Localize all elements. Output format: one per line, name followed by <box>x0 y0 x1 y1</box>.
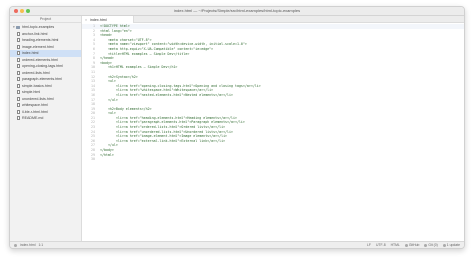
status-updates[interactable]: 1 update <box>442 243 460 247</box>
file-icon <box>17 103 20 108</box>
tab-bar: × index.html <box>82 16 464 23</box>
sidebar-file-item[interactable]: README.md <box>10 115 81 122</box>
code-text: </html> <box>100 152 114 157</box>
status-file[interactable]: index.html <box>20 243 35 247</box>
file-icon <box>17 31 20 36</box>
git-icon <box>424 243 428 247</box>
file-icon <box>17 109 20 114</box>
sidebar-file-label: simple-basics.html <box>22 83 52 88</box>
sidebar-file-label: unordered-lists.html <box>22 96 54 101</box>
title-bar: index.html — ~/Projects/Simple/src/html-… <box>10 7 464 16</box>
sidebar-file-label: ordered-lists.html <box>22 70 50 75</box>
status-github-label: GitHub <box>408 243 420 247</box>
file-icon <box>17 116 20 121</box>
status-github[interactable]: GitHub <box>404 243 420 247</box>
code-text: <li><a href="nested-elements.html">Neste… <box>100 92 233 97</box>
file-icon <box>17 38 20 43</box>
editor-window: index.html — ~/Projects/Simple/src/html-… <box>9 6 465 249</box>
line-number: 30 <box>91 157 95 162</box>
editor-pane: × index.html 1 <!DOCTYPE html> 2 <html lang… <box>82 16 464 243</box>
file-icon <box>17 51 20 56</box>
code-area[interactable]: 1 <!DOCTYPE html> 2 <html lang="en"> 3 <head>… <box>82 24 464 162</box>
tab-label: index.html <box>90 17 107 22</box>
sidebar-file-label: paragraph-elements.html <box>22 77 62 82</box>
file-tree: ▾ html-topic-examples anchor-link.html he… <box>10 23 81 122</box>
file-icon <box>17 57 20 62</box>
code-text: <li><a href="external-link.html">Externa… <box>100 138 226 143</box>
github-icon <box>404 243 408 247</box>
status-updates-label: 1 update <box>446 243 460 247</box>
file-icon <box>17 83 20 88</box>
sidebar-header: Project <box>10 16 81 23</box>
status-bar: index.html 1:1 LF UTF-8 HTML GitHub Git … <box>10 241 464 248</box>
sidebar-file-label: whitespace.html <box>22 103 48 108</box>
window-title: index.html — ~/Projects/Simple/src/html-… <box>173 8 301 13</box>
code-text: <h1>HTML examples — Simple Dev</h1> <box>100 65 178 70</box>
sidebar-file-label: heading-elements.html <box>22 38 59 43</box>
sidebar-file-label: README.md <box>22 116 44 121</box>
sidebar-file-label: opening-closing-tags.html <box>22 64 63 69</box>
sidebar-file-label: simple.html <box>22 90 41 95</box>
folder-icon <box>16 25 20 29</box>
status-encoding[interactable]: UTF-8 <box>376 243 386 247</box>
sidebar-file-label: index.html <box>22 51 39 56</box>
status-position[interactable]: 1:1 <box>38 243 43 247</box>
close-icon[interactable]: × <box>85 18 87 22</box>
status-grammar[interactable]: HTML <box>391 243 400 247</box>
file-icon <box>17 96 20 101</box>
file-icon <box>14 243 17 247</box>
status-git-label: Git (0) <box>428 243 438 247</box>
sidebar-file-label: il-ble-r-html.html <box>22 109 48 114</box>
tree-root-label: html-topic-examples <box>22 25 55 30</box>
file-icon <box>17 64 20 69</box>
tab-index-html[interactable]: × index.html <box>82 16 134 23</box>
sidebar-file-label: ordered-elements.html <box>22 57 58 62</box>
status-line-ending[interactable]: LF <box>367 243 371 247</box>
file-icon <box>17 77 20 82</box>
file-icon <box>17 90 20 95</box>
file-icon <box>17 44 20 49</box>
update-icon <box>442 243 446 247</box>
project-sidebar: Project ▾ html-topic-examples anchor-lin… <box>10 16 82 243</box>
file-icon <box>17 70 20 75</box>
code-text: </ul> <box>100 97 118 102</box>
sidebar-file-label: image-element.html <box>22 44 54 49</box>
sidebar-file-label: anchor-link.html <box>22 31 48 36</box>
status-git[interactable]: Git (0) <box>424 243 438 247</box>
code-line[interactable]: 30 <box>82 157 464 162</box>
